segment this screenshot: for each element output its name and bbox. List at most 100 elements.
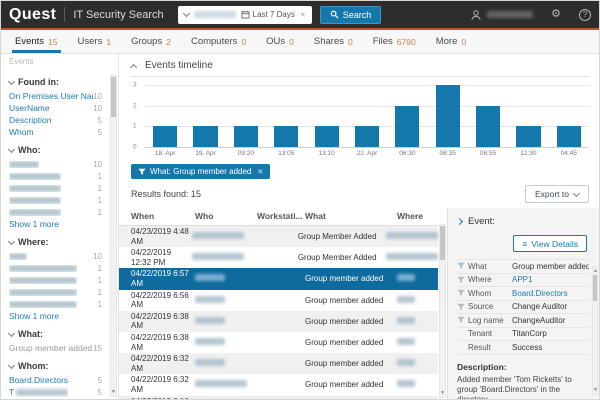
result-tabs: Events15Users1Groups2Computers0OUs0Share…	[1, 30, 599, 54]
facet-item-on-premises-user-name[interactable]: On Premises User Name10	[9, 90, 102, 102]
field-value: Success	[512, 343, 589, 352]
field-label: Log name	[468, 316, 512, 325]
date-filter[interactable]: Last 7 Days ✕	[241, 10, 306, 19]
funnel-icon[interactable]	[457, 303, 468, 311]
field-label: Tenant	[468, 329, 512, 338]
export-to-button[interactable]: Export to	[525, 185, 589, 203]
tab-computers[interactable]: Computers0	[181, 30, 256, 53]
funnel-icon[interactable]	[457, 289, 468, 297]
timeline-chart: 0123 18. Apr19. Apr09:2013:0513:1022. Ap…	[131, 85, 589, 157]
timeline-bar-04-45[interactable]	[557, 126, 581, 147]
facet-section-whom[interactable]: Whom:	[9, 361, 102, 371]
facet-item-whom[interactable]: Whom5	[9, 126, 102, 138]
facet-item-redacted[interactable]: 1	[9, 298, 102, 310]
facet-section-where[interactable]: Where:	[9, 237, 102, 247]
chevron-down-icon[interactable]	[183, 10, 190, 17]
facet-item-group-member-added[interactable]: Group member added15	[9, 342, 102, 354]
event-details-header[interactable]: Event:	[457, 216, 589, 227]
timeline-bar-13-05[interactable]	[274, 126, 298, 147]
user-menu[interactable]	[470, 9, 533, 21]
table-row-selected[interactable]: 04/22/2019 6:57 AMGroup member added	[119, 268, 438, 289]
table-row[interactable]: 04/22/2019 6:16 AMGroup Member Added	[119, 396, 438, 400]
filter-chip[interactable]: What: Group member added ✕	[131, 164, 270, 179]
facet-item-board-directors[interactable]: Board.Directors5	[9, 374, 102, 386]
facet-item-description[interactable]: Description5	[9, 114, 102, 126]
tab-groups[interactable]: Groups2	[121, 30, 181, 53]
facet-item-t[interactable]: T5	[9, 386, 102, 398]
column-header-what[interactable]: What	[305, 211, 397, 221]
facet-item-board-owners[interactable]: Board.Owners3	[9, 398, 102, 399]
remove-filter-icon[interactable]: ✕	[257, 168, 263, 176]
column-header-who[interactable]: Who	[195, 211, 257, 221]
sidebar-scrollbar[interactable]: ▼	[110, 75, 117, 397]
collapse-icon[interactable]	[130, 63, 137, 70]
table-row[interactable]: 04/22/2019 6:38 AMGroup member added	[119, 311, 438, 332]
details-scrollbar[interactable]: ▲ ▼	[592, 266, 598, 395]
column-header-workstati[interactable]: Workstati...	[257, 211, 305, 221]
table-row[interactable]: 04/22/2019 12:32 PMGroup Member Added	[119, 247, 438, 268]
view-details-button[interactable]: ≡ View Details	[513, 235, 587, 252]
timeline-bar-06-30[interactable]	[395, 106, 419, 147]
facet-item-redacted[interactable]: 10	[9, 158, 102, 170]
search-button[interactable]: Search	[320, 6, 382, 24]
funnel-icon[interactable]	[457, 276, 468, 284]
show-more-link[interactable]: Show 1 more	[9, 218, 102, 230]
timeline-bar-09-20[interactable]	[234, 126, 258, 147]
table-row[interactable]: 04/22/2019 6:38 AMGroup member added	[119, 332, 438, 353]
tab-users[interactable]: Users1	[68, 30, 122, 53]
field-value[interactable]: Board.Directors	[512, 289, 589, 298]
facet-section-what[interactable]: What:	[9, 329, 102, 339]
facet-section-found-in[interactable]: Found in:	[9, 77, 102, 87]
facet-item-username[interactable]: UserName10	[9, 102, 102, 114]
tab-shares[interactable]: Shares0	[304, 30, 363, 53]
timeline-bar-22-apr[interactable]	[355, 126, 379, 147]
facet-section-who[interactable]: Who:	[9, 145, 102, 155]
x-tick-label: 18. Apr	[145, 150, 185, 157]
facet-item-redacted[interactable]: 1	[9, 262, 102, 274]
timeline-bar-19-apr[interactable]	[193, 126, 217, 147]
timeline-bar-18-apr[interactable]	[153, 126, 177, 147]
table-row[interactable]: 04/23/2019 4:48 AMGroup Member Added	[119, 226, 438, 247]
table-row[interactable]: 04/22/2019 6:32 AMGroup member added	[119, 374, 438, 395]
cell-where-redacted	[386, 232, 438, 241]
show-more-link[interactable]: Show 1 more	[9, 310, 102, 322]
timeline-bar-12-30[interactable]	[516, 126, 540, 147]
field-value[interactable]: APP1	[512, 275, 589, 284]
gear-icon[interactable]: ⚙	[551, 9, 561, 20]
chevron-down-icon	[8, 329, 15, 336]
person-icon	[470, 9, 482, 21]
field-label: Where	[468, 275, 512, 284]
help-icon[interactable]: ?	[579, 9, 591, 21]
table-row[interactable]: 04/22/2019 6:56 AMGroup member added	[119, 290, 438, 311]
redacted-text	[9, 265, 77, 272]
column-header-when[interactable]: When	[119, 211, 195, 221]
cell-when: 04/22/2019 6:32 AM	[119, 353, 195, 374]
cell-where-redacted	[386, 253, 438, 262]
tab-ous[interactable]: OUs0	[256, 30, 304, 53]
grid-scrollbar[interactable]: ▼	[439, 224, 446, 398]
tab-events[interactable]: Events15	[5, 30, 68, 53]
facet-item-redacted[interactable]: 1	[9, 274, 102, 286]
facet-item-redacted[interactable]: 1	[9, 194, 102, 206]
search-input[interactable]: Last 7 Days ✕	[178, 6, 312, 24]
table-row[interactable]: 04/22/2019 6:32 AMGroup member added	[119, 353, 438, 374]
facet-item-redacted[interactable]: 1	[9, 170, 102, 182]
results-area: WhenWhoWorkstati...WhatWhere 04/23/2019 …	[119, 208, 599, 399]
timeline-bar-06-55[interactable]	[476, 106, 500, 147]
column-header-where[interactable]: Where	[397, 211, 438, 221]
tab-more[interactable]: More0	[426, 30, 476, 53]
clear-date-filter-icon[interactable]: ✕	[300, 11, 306, 19]
facet-item-redacted[interactable]: 1	[9, 206, 102, 218]
results-grid: WhenWhoWorkstati...WhatWhere 04/23/2019 …	[119, 208, 447, 399]
timeline-bar-13-10[interactable]	[315, 126, 339, 147]
x-tick-label: 13:10	[306, 150, 346, 157]
facet-item-redacted[interactable]: 1	[9, 286, 102, 298]
facet-item-redacted[interactable]: 10	[9, 250, 102, 262]
tab-files[interactable]: Files6790	[363, 30, 426, 53]
funnel-icon[interactable]	[457, 316, 468, 324]
facet-item-redacted[interactable]: 1	[9, 182, 102, 194]
redacted-text	[386, 253, 438, 260]
redacted-text	[195, 317, 225, 324]
funnel-icon[interactable]	[457, 262, 468, 270]
timeline-bar-06-35[interactable]	[436, 85, 460, 147]
